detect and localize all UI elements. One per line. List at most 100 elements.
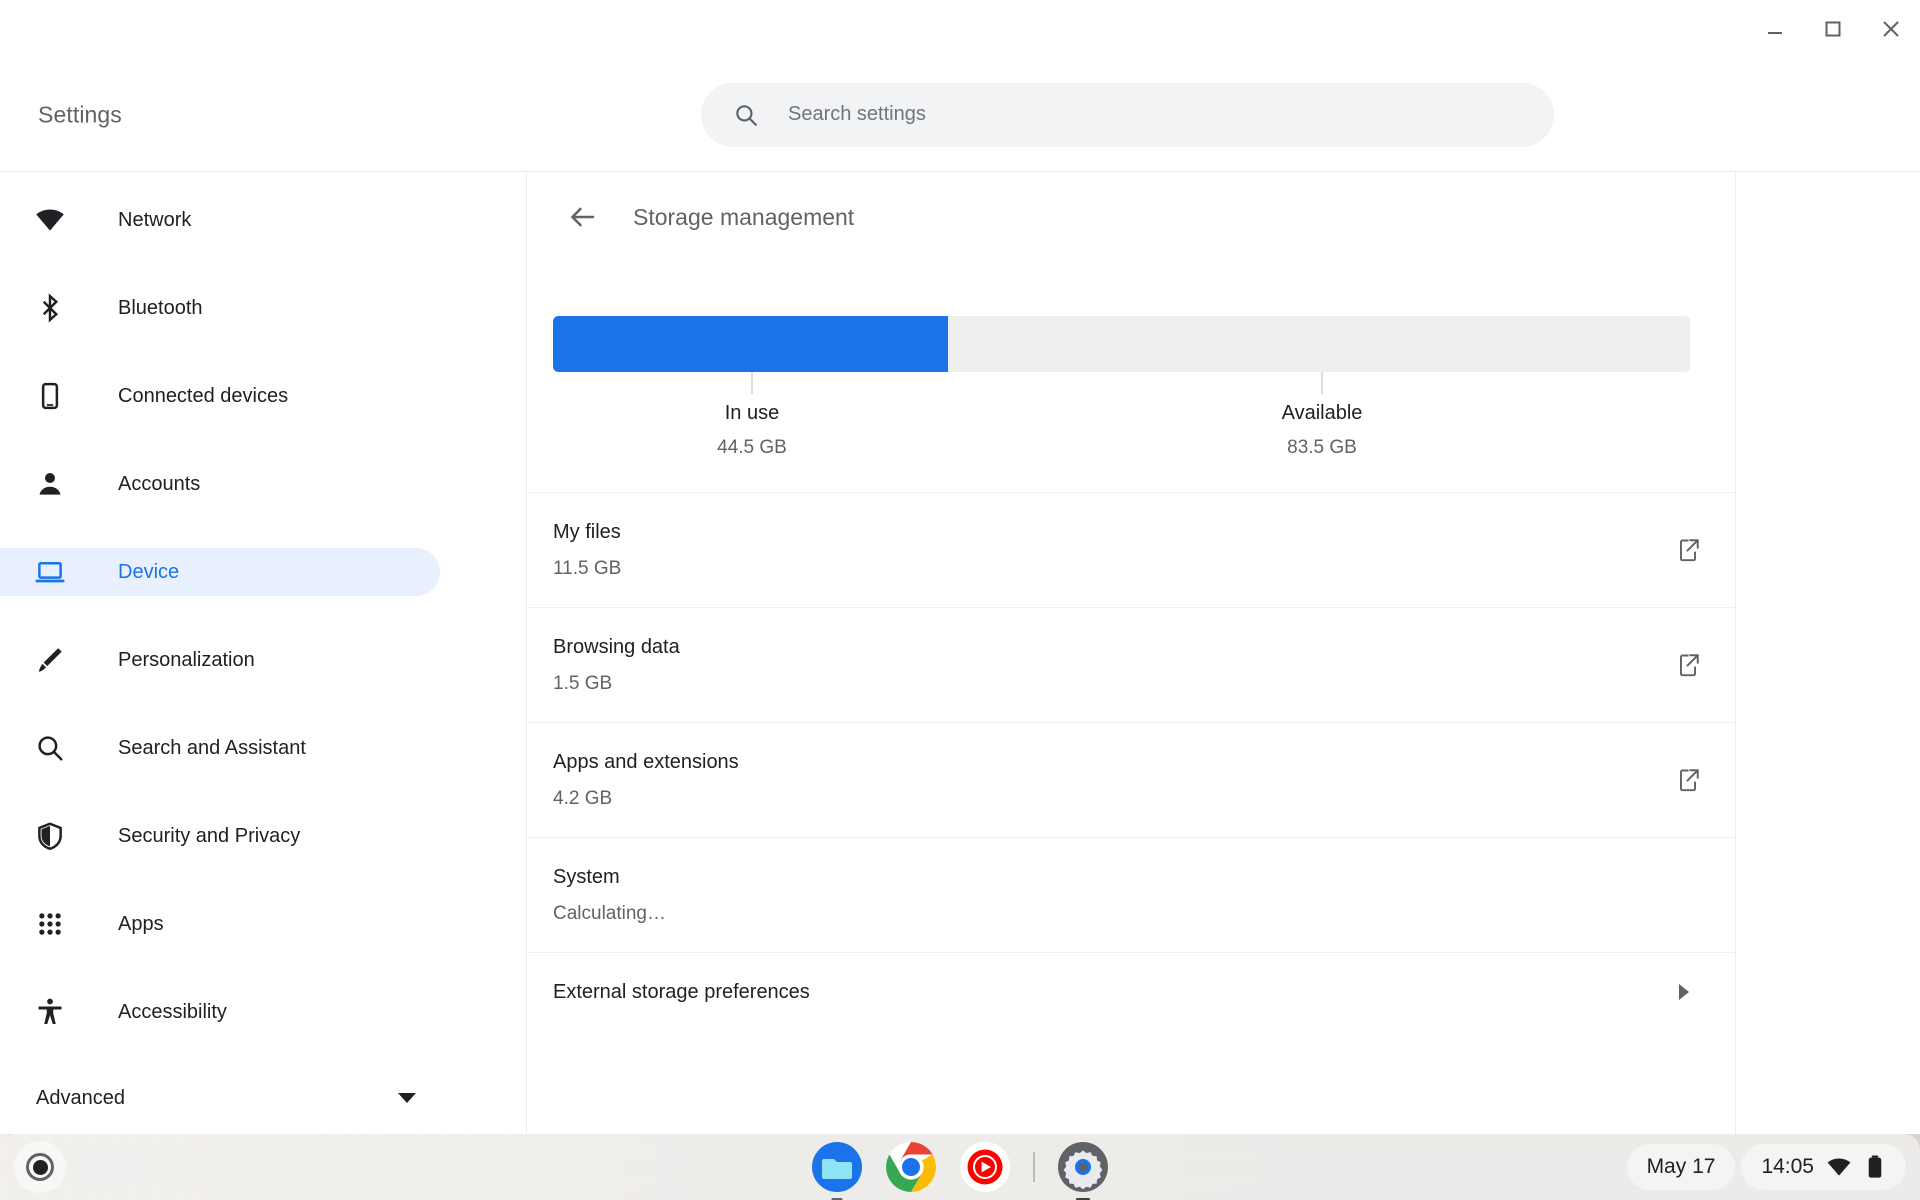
date-tray-button[interactable]: May 17: [1626, 1144, 1736, 1190]
person-icon: [33, 467, 67, 501]
status-tray-button[interactable]: 14:05: [1741, 1144, 1906, 1190]
table-row[interactable]: Browsing data 1.5 GB: [527, 608, 1736, 723]
chromeos-desktop: Settings Network: [0, 0, 1920, 1200]
sidebar-item-label: Security and Privacy: [118, 824, 301, 847]
close-button[interactable]: [1862, 0, 1920, 58]
sidebar-item-label: Accessibility: [118, 1000, 227, 1023]
row-texts: My files 11.5 GB: [553, 521, 621, 580]
search-icon: [33, 731, 67, 765]
page-header: Storage management: [527, 172, 1736, 262]
legend-in-use-value: 44.5 GB: [717, 437, 787, 458]
row-subtitle: 11.5 GB: [553, 557, 622, 579]
wifi-icon: [1827, 1158, 1851, 1176]
laptop-icon: [33, 555, 67, 589]
row-title: Apps and extensions: [553, 750, 739, 773]
table-row[interactable]: My files 11.5 GB: [527, 493, 1736, 608]
sidebar-item-label: Apps: [118, 912, 164, 935]
shelf-separator: [1033, 1152, 1035, 1182]
sidebar-item-label: Personalization: [118, 648, 255, 671]
external-link-button[interactable]: [1666, 528, 1710, 572]
maximize-icon: [1825, 21, 1841, 37]
settings-body: Network Bluetooth Connected devices Acco…: [0, 172, 1920, 1134]
chrome-app-icon: [886, 1142, 936, 1192]
sidebar-item-accessibility[interactable]: Accessibility: [0, 988, 526, 1036]
files-app-icon: [812, 1142, 862, 1192]
files-app-button[interactable]: [811, 1141, 863, 1200]
row-texts: Apps and extensions 4.2 GB: [553, 751, 739, 810]
storage-rows: My files 11.5 GB Browsing data 1.5 GB Ap…: [527, 493, 1736, 1031]
row-subtitle: Calculating…: [553, 902, 666, 924]
launcher-button[interactable]: [14, 1141, 66, 1193]
minimize-button[interactable]: [1746, 0, 1804, 58]
sidebar-item-accounts[interactable]: Accounts: [0, 460, 526, 508]
sidebar-item-personalization[interactable]: Personalization: [0, 636, 526, 684]
search-box[interactable]: [701, 82, 1554, 147]
system-tray: May 17 14:05: [1626, 1144, 1906, 1190]
external-link-icon: [1679, 539, 1699, 562]
sidebar-item-device[interactable]: Device: [0, 548, 440, 596]
back-arrow-icon: [571, 207, 595, 227]
storage-meter-block: In use 44.5 GB Available 83.5 GB: [527, 262, 1736, 492]
settings-app-button[interactable]: [1057, 1141, 1109, 1200]
legend-available: Available 83.5 GB: [1282, 402, 1363, 459]
battery-icon: [1868, 1155, 1882, 1178]
row-texts: External storage preferences: [553, 981, 810, 1004]
chrome-app-button[interactable]: [885, 1141, 937, 1193]
shelf: May 17 14:05: [0, 1134, 1920, 1200]
external-link-button[interactable]: [1666, 758, 1710, 802]
row-texts: Browsing data 1.5 GB: [553, 636, 680, 695]
sidebar-item-security-and-privacy[interactable]: Security and Privacy: [0, 812, 526, 860]
table-row[interactable]: Apps and extensions 4.2 GB: [527, 723, 1736, 838]
settings-sidebar: Network Bluetooth Connected devices Acco…: [0, 172, 527, 1134]
settings-app-icon: [1058, 1142, 1108, 1192]
maximize-button[interactable]: [1804, 0, 1862, 58]
chevron-down-icon: [398, 1093, 416, 1103]
tray-date: May 17: [1646, 1155, 1716, 1178]
row-title: System: [553, 865, 620, 888]
sidebar-item-network[interactable]: Network: [0, 196, 526, 244]
window-titlebar: [0, 0, 1920, 58]
window-controls: [1746, 0, 1920, 58]
settings-content: Storage management In use 44.5 GB Availa…: [527, 172, 1920, 1134]
external-link-button[interactable]: [1666, 643, 1710, 687]
open-subpage-button[interactable]: [1666, 970, 1710, 1014]
external-link-icon: [1679, 654, 1699, 677]
accessibility-icon: [33, 995, 67, 1029]
sidebar-item-label: Bluetooth: [118, 296, 203, 319]
launcher-icon: [26, 1153, 54, 1181]
table-row[interactable]: External storage preferences: [527, 953, 1736, 1031]
chevron-right-icon: [1679, 984, 1689, 1000]
page-title: Storage management: [633, 203, 855, 230]
youtube-music-app-button[interactable]: [959, 1141, 1011, 1193]
external-link-icon: [1679, 769, 1699, 792]
legend-available-value: 83.5 GB: [1287, 437, 1357, 458]
sidebar-item-label: Search and Assistant: [118, 736, 306, 759]
back-button[interactable]: [559, 193, 607, 241]
search-icon: [736, 104, 757, 126]
storage-page: Storage management In use 44.5 GB Availa…: [527, 172, 1736, 1031]
legend-in-use: In use 44.5 GB: [717, 402, 787, 459]
bluetooth-icon: [33, 291, 67, 325]
legend-available-label: Available: [1281, 402, 1363, 424]
sidebar-item-connected-devices[interactable]: Connected devices: [0, 372, 526, 420]
table-row: System Calculating…: [527, 838, 1736, 953]
storage-meter-fill: [553, 316, 948, 372]
advanced-label: Advanced: [36, 1086, 125, 1109]
sidebar-item-apps[interactable]: Apps: [0, 900, 526, 948]
sidebar-item-label: Accounts: [118, 472, 201, 495]
row-title: Browsing data: [553, 635, 680, 658]
search-input[interactable]: [788, 103, 1428, 126]
grid-dots-icon: [33, 907, 67, 941]
close-icon: [1883, 21, 1899, 37]
legend-in-use-label: In use: [724, 402, 780, 424]
shelf-app-list: [811, 1134, 1109, 1200]
sidebar-item-search-and-assistant[interactable]: Search and Assistant: [0, 724, 526, 772]
sidebar-advanced-toggle[interactable]: Advanced: [0, 1074, 440, 1122]
brush-icon: [33, 643, 67, 677]
sidebar-item-label: Network: [118, 208, 192, 231]
sidebar-item-bluetooth[interactable]: Bluetooth: [0, 284, 526, 332]
youtube-music-app-icon: [960, 1142, 1010, 1192]
shield-icon: [33, 819, 67, 853]
row-title: External storage preferences: [553, 980, 810, 1003]
legend-tick-available: [1321, 372, 1323, 394]
